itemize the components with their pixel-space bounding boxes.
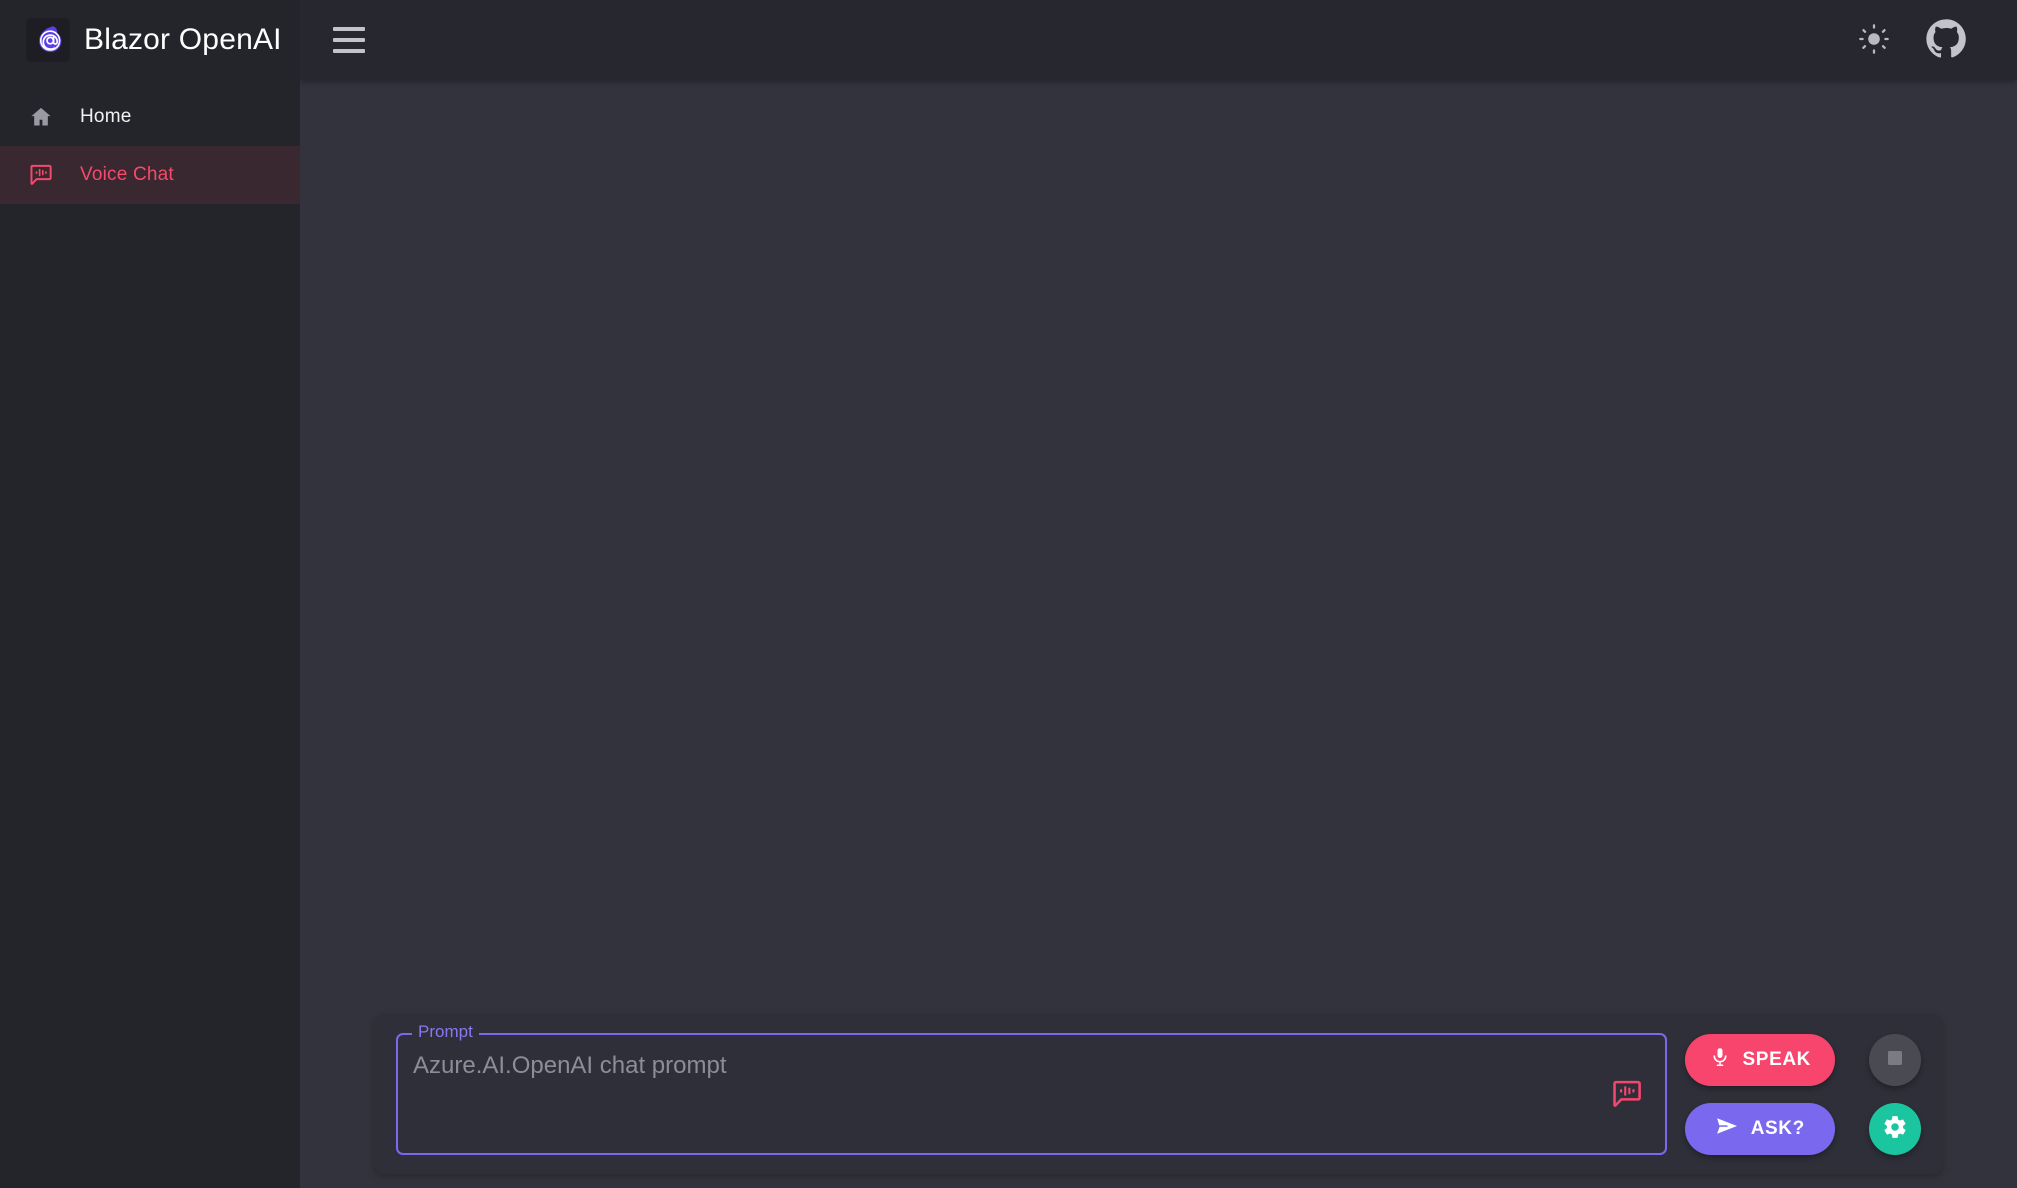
prompt-input[interactable] <box>396 1033 1667 1155</box>
prompt-fab-buttons <box>1869 1033 1921 1155</box>
sidebar: Blazor OpenAI Home Voice Chat <box>0 0 300 1188</box>
blazor-at-flame-logo-icon <box>26 18 70 62</box>
app-bar <box>300 0 2017 80</box>
chat-messages-area <box>300 80 2017 990</box>
voice-chat-icon[interactable] <box>1607 1074 1647 1114</box>
ask-button-label: ASK? <box>1750 1117 1805 1139</box>
brand: Blazor OpenAI <box>0 0 300 80</box>
hamburger-menu-icon[interactable] <box>321 12 377 68</box>
stop-button[interactable] <box>1869 1033 1921 1086</box>
gear-icon <box>1882 1114 1908 1143</box>
hamburger-bar <box>333 38 365 42</box>
github-link-button[interactable] <box>1921 15 1971 65</box>
app-bar-actions <box>1849 15 2017 65</box>
prompt-action-buttons: SPEAK ASK? <box>1684 1033 1835 1155</box>
hamburger-bar <box>333 27 365 31</box>
hamburger-bar <box>333 49 365 53</box>
github-icon <box>1924 17 1968 64</box>
microphone-icon <box>1709 1046 1731 1074</box>
voice-chat-icon <box>28 162 54 188</box>
brand-title: Blazor OpenAI <box>84 23 282 56</box>
main-content: Prompt Azure.AI.OpenAI chat prompt SPEAK… <box>300 80 2017 1188</box>
settings-button[interactable] <box>1869 1102 1921 1155</box>
prompt-field: Prompt <box>396 1021 1667 1155</box>
sidebar-item-home[interactable]: Home <box>0 88 300 146</box>
prompt-panel: Prompt Azure.AI.OpenAI chat prompt SPEAK… <box>374 1014 1943 1174</box>
theme-toggle-button[interactable] <box>1849 15 1899 65</box>
sidebar-item-label: Home <box>80 106 132 127</box>
sidebar-item-label: Voice Chat <box>80 164 174 185</box>
app-root: Blazor OpenAI Home Voice Chat Prompt Azu… <box>0 0 2017 1188</box>
sidebar-nav: Home Voice Chat <box>0 80 300 204</box>
send-icon <box>1715 1114 1739 1144</box>
speak-button-label: SPEAK <box>1742 1048 1811 1070</box>
prompt-field-legend: Prompt <box>412 1021 479 1043</box>
stop-square-icon <box>1885 1048 1905 1071</box>
speak-button[interactable]: SPEAK <box>1684 1033 1835 1086</box>
sidebar-item-voice-chat[interactable]: Voice Chat <box>0 146 300 204</box>
ask-button[interactable]: ASK? <box>1684 1102 1835 1155</box>
sun-icon <box>1857 22 1891 59</box>
home-icon <box>28 104 54 130</box>
